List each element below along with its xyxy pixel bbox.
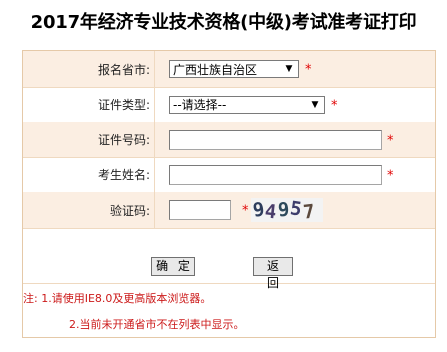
id-number-input[interactable] bbox=[169, 129, 382, 150]
required-mark: * bbox=[387, 132, 394, 148]
required-mark: * bbox=[305, 62, 312, 78]
province-select-value: 广西壮族自治区 bbox=[173, 62, 258, 77]
note-line-2: 2.当前未开通省市不在列表中显示。 bbox=[69, 318, 245, 331]
captcha-image[interactable]: 94957 bbox=[251, 198, 323, 222]
required-mark: * bbox=[242, 203, 249, 219]
province-select[interactable]: 广西壮族自治区 ▼ bbox=[169, 60, 299, 78]
back-button[interactable]: 返 回 bbox=[253, 257, 293, 290]
name-row: 考生姓名: * bbox=[23, 157, 435, 193]
required-mark: * bbox=[331, 97, 338, 113]
name-label: 考生姓名: bbox=[23, 157, 155, 192]
captcha-input[interactable] bbox=[169, 200, 231, 220]
id-number-label: 证件号码: bbox=[23, 122, 155, 157]
id-number-row: 证件号码: * bbox=[23, 122, 435, 158]
chevron-down-icon: ▼ bbox=[311, 99, 319, 110]
captcha-row: 验证码: * 94957 bbox=[23, 192, 435, 229]
print-form: 报名省市: 广西壮族自治区 ▼ * 证件类型: --请选择-- ▼ * 证件号码… bbox=[22, 50, 436, 338]
button-row: 确 定 返 回 bbox=[23, 228, 435, 290]
note-line-1: 注: 1.请使用IE8.0及更高版本浏览器。 bbox=[23, 292, 212, 305]
id-type-label: 证件类型: bbox=[23, 87, 155, 122]
captcha-label: 验证码: bbox=[23, 192, 155, 228]
province-label: 报名省市: bbox=[23, 51, 155, 87]
name-input[interactable] bbox=[169, 164, 382, 185]
required-mark: * bbox=[387, 167, 394, 183]
confirm-button[interactable]: 确 定 bbox=[151, 257, 195, 276]
notes: 注: 1.请使用IE8.0及更高版本浏览器。 2.当前未开通省市不在列表中显示。 bbox=[23, 283, 435, 337]
id-type-select[interactable]: --请选择-- ▼ bbox=[169, 95, 325, 114]
captcha-char: 7 bbox=[301, 200, 317, 222]
page-title: 2017年经济专业技术资格(中级)考试准考证打印 bbox=[30, 12, 417, 33]
id-type-row: 证件类型: --请选择-- ▼ * bbox=[23, 87, 435, 123]
chevron-down-icon: ▼ bbox=[285, 64, 293, 74]
province-row: 报名省市: 广西壮族自治区 ▼ * bbox=[23, 51, 435, 88]
id-type-select-value: --请选择-- bbox=[173, 98, 227, 112]
